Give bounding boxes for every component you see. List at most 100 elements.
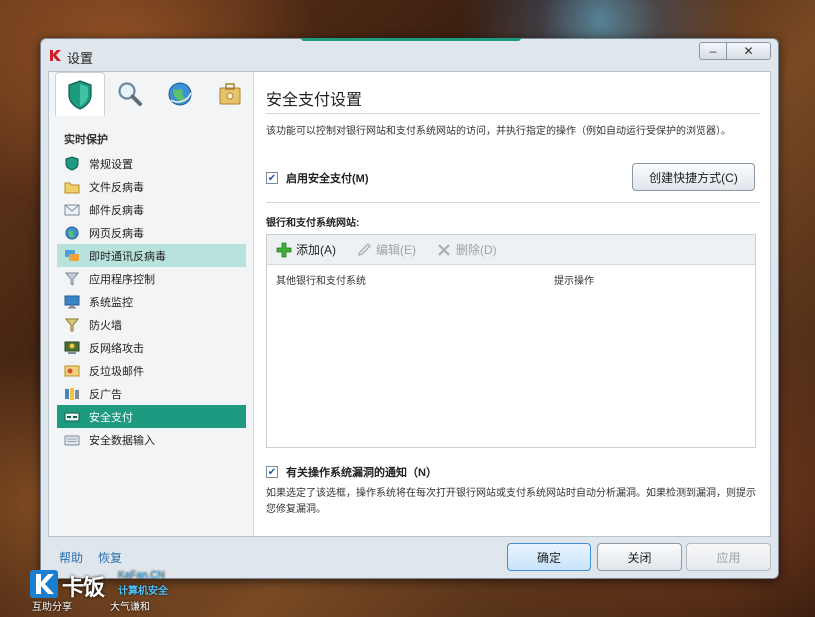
vulnerability-notify-label[interactable]: 有关操作系统漏洞的通知（N） [286,464,437,480]
sidebar-item-app-control[interactable]: 应用程序控制 [57,267,246,290]
sidebar-nav: 常规设置 文件反病毒 邮件反病毒 网页反病毒 即时通讯反病毒 应用程序控制 系统… [57,152,246,451]
close-button[interactable]: 关闭 [597,543,682,571]
ok-button[interactable]: 确定 [507,543,591,571]
help-link[interactable]: 帮助 [59,549,83,566]
sidebar-item-label: 应用程序控制 [89,273,155,286]
column-header-site[interactable]: 其他银行和支付系统 [276,272,366,287]
create-shortcut-button[interactable]: 创建快捷方式(C) [632,163,755,191]
minimize-icon: – [709,44,717,58]
sidebar-item-anti-spam[interactable]: 反垃圾邮件 [57,359,246,382]
filter-icon [64,271,80,287]
watermark-subtitle: 计算机安全 [118,586,168,597]
add-site-button[interactable]: 添加(A) [276,241,336,258]
tab-update[interactable] [155,74,205,114]
watermark-slogan-right: 大气谦和 [110,602,150,613]
chat-icon [64,248,80,264]
checkmark-icon: ✔ [267,172,277,184]
magnifier-icon [118,82,142,106]
tab-tools[interactable] [205,74,255,114]
settings-window: 设置 – ✕ 实时保护 常规设置 文件反病毒 邮件反病毒 网页反病毒 即时通讯反… [40,38,779,579]
divider [266,113,760,114]
title-accent-bar [301,38,521,41]
edit-site-label: 编辑(E) [376,243,416,257]
spam-icon [64,363,80,379]
globe-icon [168,82,192,106]
vulnerability-notify-checkbox[interactable]: ✔ [266,466,278,478]
kaspersky-logo-icon [50,50,61,61]
folder-icon [64,179,80,195]
kafan-logo-icon [30,570,58,598]
sidebar-item-label: 安全数据输入 [89,434,155,447]
pencil-icon [356,242,372,258]
mail-icon [64,202,80,218]
sidebar-tabs [55,72,255,116]
sidebar-item-label: 反广告 [89,388,122,401]
sidebar-item-label: 邮件反病毒 [89,204,144,217]
enable-safe-money-checkbox[interactable]: ✔ [266,172,278,184]
sites-toolbar: 添加(A) 编辑(E) 删除(D) [267,235,755,265]
sidebar-item-secure-keyboard[interactable]: 安全数据输入 [57,428,246,451]
checkmark-icon: ✔ [267,466,277,478]
sidebar-item-safe-money[interactable]: 安全支付 [57,405,246,428]
add-site-label: 添加(A) [296,243,336,257]
plus-icon [276,242,292,258]
delete-site-label: 删除(D) [456,243,497,257]
sidebar-item-label: 防火墙 [89,319,122,332]
sidebar-item-network-attack-blocker[interactable]: 反网络攻击 [57,336,246,359]
network-attack-icon [64,340,80,356]
apply-button[interactable]: 应用 [686,543,771,571]
sidebar-item-web-antivirus[interactable]: 网页反病毒 [57,221,246,244]
sidebar-item-system-watcher[interactable]: 系统监控 [57,290,246,313]
toolbox-icon [219,83,241,105]
sites-list-panel: 添加(A) 编辑(E) 删除(D) 其他银行和支付系统 提示操作 [266,234,756,448]
delete-icon [436,242,452,258]
sidebar-item-label: 文件反病毒 [89,181,144,194]
restore-link[interactable]: 恢复 [98,549,122,566]
page-title: 安全支付设置 [266,92,363,109]
vulnerability-description: 如果选定了该选框，操作系统将在每次打开银行网站或支付系统网站时自动分析漏洞。如果… [266,488,756,515]
enable-safe-money-row: ✔ 启用安全支付(M) [266,170,369,186]
watermark-slogan-left: 互助分享 [32,602,72,613]
watermark-brand-en: KaFan.CN [118,570,165,581]
tab-scan[interactable] [105,74,155,114]
minimize-button[interactable]: – [699,42,727,60]
sites-section-label: 银行和支付系统网站: [266,218,360,229]
ad-block-icon [64,386,80,402]
close-icon: ✕ [743,44,754,58]
sidebar-item-label: 安全支付 [89,411,133,424]
sidebar-item-mail-antivirus[interactable]: 邮件反病毒 [57,198,246,221]
window-title: 设置 [67,51,94,66]
sidebar-item-label: 常规设置 [89,158,133,171]
section-title-realtime-protection: 实时保护 [64,134,108,146]
content-panel: 安全支付设置 该功能可以控制对银行网站和支付系统网站的访问，并执行指定的操作（例… [255,72,770,536]
delete-site-button[interactable]: 删除(D) [436,241,497,258]
sidebar: 实时保护 常规设置 文件反病毒 邮件反病毒 网页反病毒 即时通讯反病毒 应用程序… [49,72,254,536]
vulnerability-notify-row: ✔ 有关操作系统漏洞的通知（N） [266,464,437,480]
sidebar-item-file-antivirus[interactable]: 文件反病毒 [57,175,246,198]
shield-icon [68,79,92,110]
sidebar-item-anti-banner[interactable]: 反广告 [57,382,246,405]
edit-site-button[interactable]: 编辑(E) [356,241,416,258]
enable-safe-money-label[interactable]: 启用安全支付(M) [286,170,369,186]
kafan-watermark: 卡饭 KaFan.CN 计算机安全 互助分享 大气谦和 [30,568,180,614]
safe-money-icon [64,409,80,425]
tab-protection[interactable] [55,72,105,116]
sidebar-item-label: 反垃圾邮件 [89,365,144,378]
column-header-action[interactable]: 提示操作 [554,272,594,287]
sidebar-item-im-antivirus[interactable]: 即时通讯反病毒 [57,244,246,267]
sidebar-item-label: 反网络攻击 [89,342,144,355]
sidebar-item-firewall[interactable]: 防火墙 [57,313,246,336]
title-bar[interactable]: 设置 – ✕ [41,38,778,71]
page-description: 该功能可以控制对银行网站和支付系统网站的访问，并执行指定的操作（例如自动运行受保… [266,126,731,137]
monitor-icon [64,294,80,310]
sidebar-item-label: 即时通讯反病毒 [89,250,166,263]
close-window-button[interactable]: ✕ [727,42,771,60]
divider [266,202,760,203]
sidebar-item-label: 系统监控 [89,296,133,309]
shield-icon [64,156,80,172]
keyboard-icon [64,432,80,448]
sidebar-item-general[interactable]: 常规设置 [57,152,246,175]
firewall-icon [64,317,80,333]
globe-icon [64,225,80,241]
sidebar-item-label: 网页反病毒 [89,227,144,240]
